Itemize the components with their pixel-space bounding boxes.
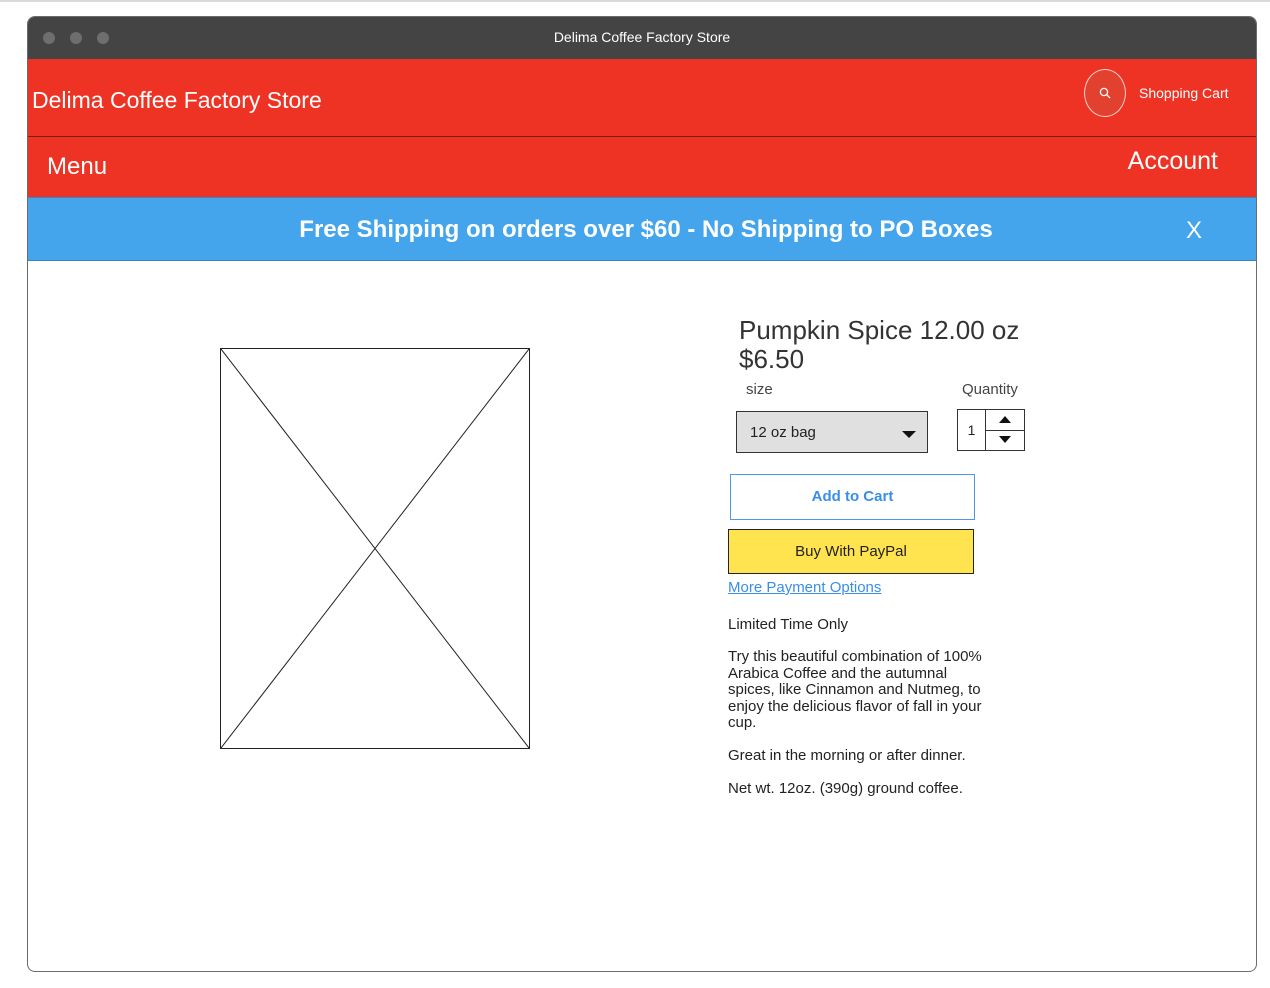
arrow-up-icon [999,416,1011,423]
site-header: Delima Coffee Factory Store Shopping Car… [28,59,1256,137]
serving-note: Great in the morning or after dinner. [728,747,966,764]
arrow-down-icon [999,436,1011,443]
shipping-banner-text: Free Shipping on orders over $60 - No Sh… [299,216,993,243]
net-weight: Net wt. 12oz. (390g) ground coffee. [728,780,963,797]
quantity-label: Quantity [962,381,1018,398]
size-select-value: 12 oz bag [750,424,816,441]
product-description: Try this beautiful combination of 100% A… [728,648,982,731]
title-bar: Delima Coffee Factory Store [28,17,1256,59]
add-to-cart-button[interactable]: Add to Cart [730,474,975,520]
browser-window: Delima Coffee Factory Store Delima Coffe… [27,16,1257,972]
window-title: Delima Coffee Factory Store [553,29,731,45]
more-payment-options-link[interactable]: More Payment Options [728,579,881,596]
nav-bar: Menu Account [28,137,1256,197]
size-select[interactable]: 12 oz bag [736,411,928,453]
account-link[interactable]: Account [1128,147,1218,176]
product-image-placeholder [220,348,530,749]
product-title: Pumpkin Spice 12.00 oz [739,315,1020,345]
search-button[interactable] [1084,69,1126,117]
shipping-banner: Free Shipping on orders over $60 - No Sh… [28,197,1256,261]
search-icon [1099,87,1111,99]
quantity-stepper[interactable]: 1 [957,409,1025,451]
quantity-decrement-button[interactable] [986,430,1024,450]
chevron-down-icon [902,431,916,438]
buy-with-paypal-button[interactable]: Buy With PayPal [728,529,974,574]
limited-time-text: Limited Time Only [728,616,849,633]
banner-close-button[interactable]: X [1186,217,1202,245]
shopping-cart-link[interactable]: Shopping Cart [1139,85,1229,101]
menu-link[interactable]: Menu [47,153,107,181]
product-price: $6.50 [739,344,805,374]
store-name-link[interactable]: Delima Coffee Factory Store [32,87,322,114]
quantity-increment-button[interactable] [986,410,1024,431]
top-divider [0,0,1270,2]
size-label: size [746,381,773,398]
image-placeholder-icon [221,349,529,748]
quantity-input[interactable]: 1 [958,410,986,450]
